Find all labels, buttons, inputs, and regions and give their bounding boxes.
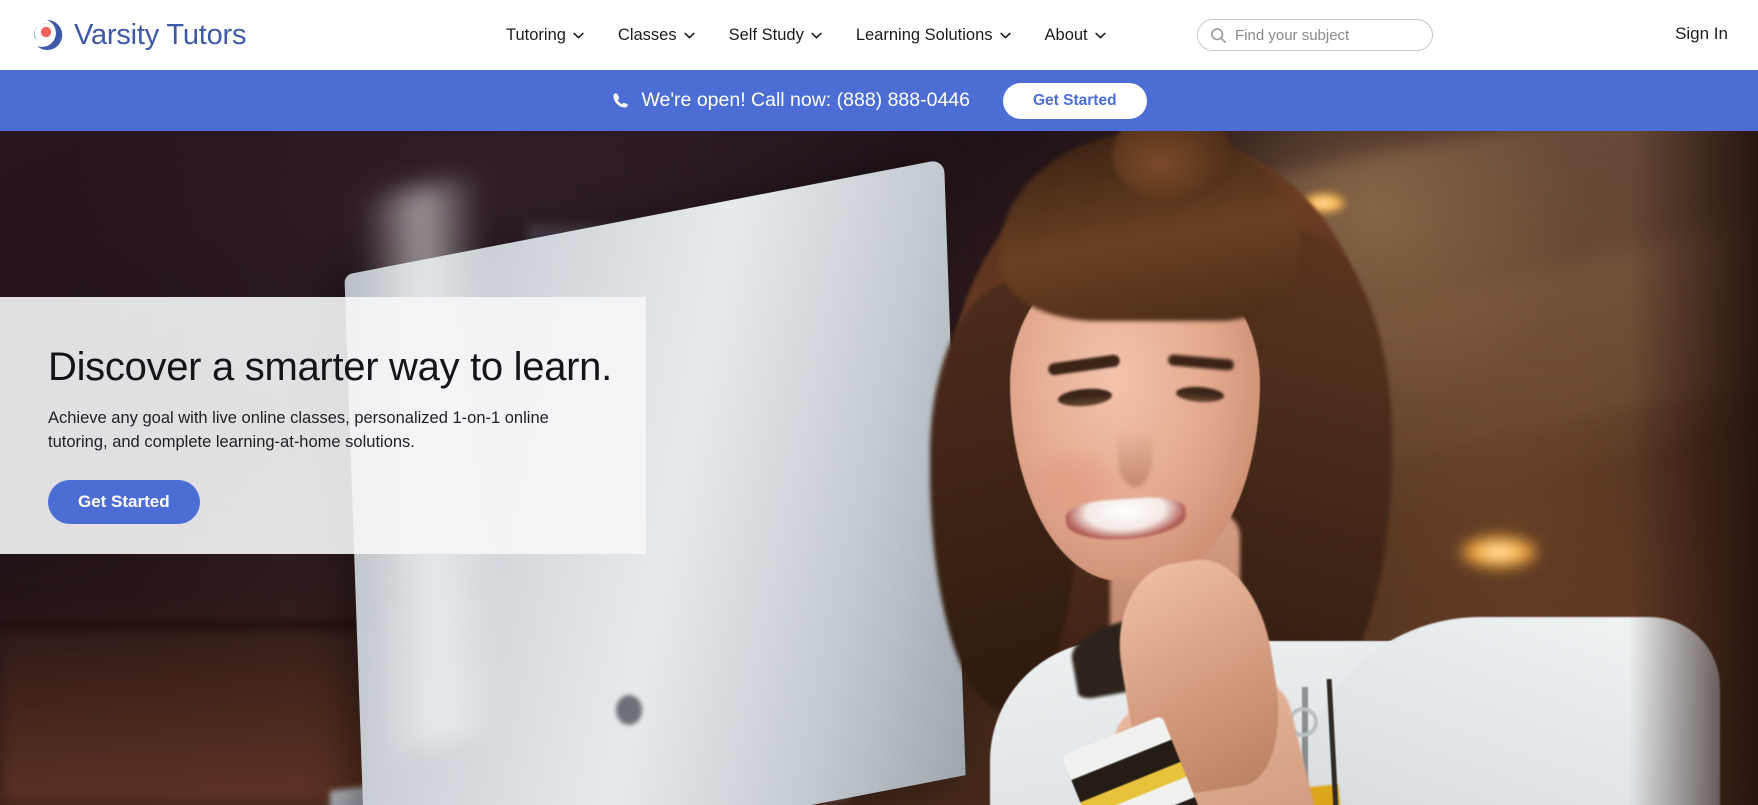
hero-section: Discover a smarter way to learn. Achieve… — [0, 131, 1758, 805]
varsity-tutors-logo-icon — [33, 19, 63, 50]
hero-subtitle: Achieve any goal with live online classe… — [48, 409, 549, 451]
nav-item-about[interactable]: About — [1045, 26, 1106, 45]
chevron-down-icon — [999, 32, 1011, 39]
nav-item-classes[interactable]: Classes — [618, 26, 695, 45]
call-now-text: We're open! Call now: (888) 888-0446 — [641, 89, 970, 111]
call-now-link[interactable]: We're open! Call now: (888) 888-0446 — [611, 89, 970, 112]
chevron-down-icon — [1094, 32, 1106, 39]
promo-banner: We're open! Call now: (888) 888-0446 Get… — [0, 70, 1758, 131]
chevron-down-icon — [573, 32, 584, 39]
banner-get-started-button[interactable]: Get Started — [1003, 82, 1147, 119]
site-header: Varsity Tutors Tutoring Classes Self Stu… — [0, 0, 1758, 70]
nav-item-self-study[interactable]: Self Study — [729, 26, 822, 45]
sign-in-link[interactable]: Sign In — [1675, 24, 1728, 44]
nav-item-learning-solutions[interactable]: Learning Solutions — [856, 26, 1011, 45]
hero-title: Discover a smarter way to learn. — [48, 345, 612, 389]
nav-label: About — [1044, 25, 1088, 44]
phone-icon — [613, 93, 629, 108]
nav-label: Classes — [617, 25, 677, 44]
search-box[interactable] — [1197, 19, 1433, 51]
nav-label: Learning Solutions — [855, 25, 993, 44]
main-navigation: Tutoring Classes Self Study Learning Sol… — [506, 0, 1106, 70]
chevron-down-icon — [683, 32, 695, 39]
page-root: Varsity Tutors Tutoring Classes Self Stu… — [0, 0, 1758, 805]
search-icon — [1211, 27, 1227, 43]
hero-get-started-button[interactable]: Get Started — [48, 479, 200, 524]
nav-item-tutoring[interactable]: Tutoring — [506, 26, 584, 45]
chevron-down-icon — [811, 32, 822, 39]
nav-label: Self Study — [728, 25, 804, 44]
hero-content-panel: Discover a smarter way to learn. Achieve… — [0, 297, 646, 554]
search-input[interactable] — [1235, 26, 1415, 44]
nav-label: Tutoring — [506, 25, 566, 44]
logo-text: Varsity Tutors — [74, 18, 247, 51]
site-logo[interactable]: Varsity Tutors — [30, 18, 247, 52]
